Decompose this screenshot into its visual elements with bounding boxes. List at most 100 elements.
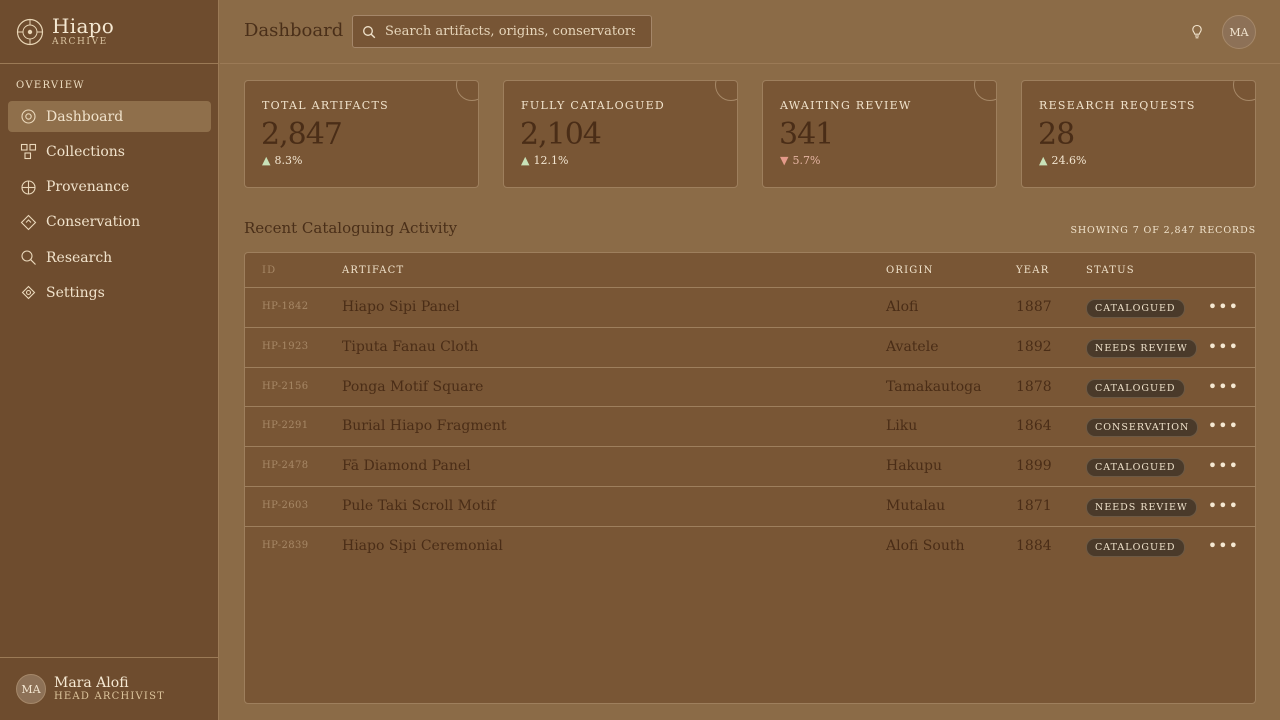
research-icon [21,250,36,266]
dashboard-icon [21,109,36,124]
status-badge: NEEDS REVIEW [1086,497,1197,517]
more-options-icon[interactable]: ••• [1208,537,1239,553]
trend-value: 8.3% [274,154,303,167]
column-header-artifact[interactable]: ARTIFACT [342,265,404,276]
cell-year: 1899 [1016,458,1052,475]
records-count: SHOWING 7 OF 2,847 RECORDS [1070,225,1256,236]
collections-icon [20,144,37,160]
table-row[interactable]: HP-2603 Pule Taki Scroll Motif Mutalau 1871… [245,487,1255,527]
more-options-icon[interactable]: ••• [1208,299,1239,315]
stat-value: 2,104 [520,117,602,152]
decorative-ring [974,81,996,101]
column-header-year[interactable]: YEAR [1016,265,1049,276]
column-header-id[interactable]: ID [262,265,276,276]
more-options-icon[interactable]: ••• [1208,378,1239,394]
section-title: Recent Cataloguing Activity [244,219,458,237]
cell-year: 1892 [1016,338,1052,355]
stat-label: AWAITING REVIEW [780,99,912,112]
table-row[interactable]: HP-2291 Burial Hiapo Fragment Liku 1864 CONS… [245,407,1255,448]
cell-id: HP-1842 [262,301,309,312]
cell-id: HP-2478 [262,460,309,472]
avatar[interactable]: MA [1222,15,1256,49]
brand-subtitle: ARCHIVE [52,37,108,47]
conservation-icon [20,214,37,231]
more-options-icon[interactable]: ••• [1208,418,1239,434]
more-options-icon[interactable]: ••• [1208,458,1239,474]
cell-origin: Alofi [886,299,919,315]
topbar: Dashboard MA [220,0,1280,64]
trend-down-icon: ▼ [780,154,789,167]
table-header: ID ARTIFACT ORIGIN YEAR STATUS [245,253,1255,288]
stat-label: TOTAL ARTIFACTS [262,99,389,112]
more-options-icon[interactable]: ••• [1208,497,1239,513]
sidebar-item-label: Settings [46,284,105,301]
cell-id: HP-1923 [262,340,309,352]
stat-trend: ▲ 24.6% [1039,154,1086,167]
sidebar-item-collections[interactable]: Collections [8,136,211,167]
cell-year: 1884 [1016,537,1052,554]
trend-value: 5.7% [792,154,821,167]
status-badge: CATALOGUED [1086,378,1185,398]
sidebar-item-conservation[interactable]: Conservation [8,207,211,238]
status-badge: CATALOGUED [1086,537,1185,557]
sidebar-item-label: Conservation [46,214,141,231]
table-row[interactable]: HP-2839 Hiapo Sipi Ceremonial Alofi South 1… [245,527,1255,567]
table-row[interactable]: HP-1923 Tiputa Fanau Cloth Avatele 1892 NEED… [245,328,1255,368]
table-body: HP-1842 Hiapo Sipi Panel Alofi 1887 CATALOGU… [245,288,1255,567]
search-icon [363,25,376,38]
cell-artifact: Tiputa Fanau Cloth [342,338,479,355]
decorative-ring [456,81,478,101]
stat-label: FULLY CATALOGUED [521,99,666,112]
sidebar-item-settings[interactable]: Settings [8,277,211,308]
stat-card-research-requests: RESEARCH REQUESTS 28 ▲ 24.6% [1021,80,1256,188]
sidebar-item-provenance[interactable]: Provenance [8,172,211,203]
column-header-origin[interactable]: ORIGIN [886,265,934,276]
status-badge: NEEDS REVIEW [1086,338,1197,358]
sidebar-item-label: Collections [46,143,125,160]
sidebar-item-research[interactable]: Research [8,242,211,273]
cell-origin: Hakupu [886,458,943,475]
cell-year: 1878 [1016,378,1052,395]
sidebar-item-dashboard[interactable]: Dashboard [8,101,211,132]
cell-artifact: Hiapo Sipi Panel [342,299,460,315]
stat-trend: ▼ 5.7% [780,154,820,167]
stat-value: 341 [779,117,834,152]
more-options-icon[interactable]: ••• [1208,338,1239,354]
cell-id: HP-2156 [262,380,309,392]
cell-artifact: Fā Diamond Panel [342,458,471,475]
sidebar-item-label: Research [46,249,113,266]
stat-value: 28 [1038,117,1075,152]
sidebar: Hiapo ARCHIVE OVERVIEW Dashboard Collect… [0,0,219,720]
trend-value: 12.1% [533,154,569,167]
search-input[interactable] [385,24,635,39]
hiapo-logo-icon [16,18,44,45]
brand-name: Hiapo [52,14,115,38]
sidebar-item-label: Dashboard [46,108,124,125]
cell-id: HP-2291 [262,420,309,432]
cell-id: HP-2603 [262,499,309,511]
column-header-status[interactable]: STATUS [1086,265,1135,276]
table-row[interactable]: HP-2478 Fā Diamond Panel Hakupu 1899 CATALOG… [245,447,1255,487]
table-row[interactable]: HP-1842 Hiapo Sipi Panel Alofi 1887 CATALOGU… [245,288,1255,328]
user-name: Mara Alofi [54,675,129,691]
search-box[interactable] [352,15,652,48]
user-profile[interactable]: MA Mara Alofi HEAD ARCHIVIST [0,657,219,720]
cell-origin: Mutalau [886,497,946,514]
provenance-icon [21,180,36,195]
cell-origin: Liku [886,418,918,435]
user-role: HEAD ARCHIVIST [54,691,166,702]
cell-artifact: Pule Taki Scroll Motif [342,497,496,514]
brand[interactable]: Hiapo ARCHIVE [0,0,218,64]
cell-artifact: Burial Hiapo Fragment [342,418,507,435]
cell-origin: Avatele [886,338,939,355]
cell-artifact: Ponga Motif Square [342,378,484,395]
status-badge: CATALOGUED [1086,299,1185,318]
decorative-ring [1233,81,1255,101]
table-row[interactable]: HP-2156 Ponga Motif Square Tamakautoga 1878… [245,368,1255,408]
stat-value: 2,847 [261,117,343,152]
stat-card-fully-catalogued: FULLY CATALOGUED 2,104 ▲ 12.1% [503,80,738,188]
lightbulb-icon[interactable] [1190,24,1204,40]
avatar: MA [16,674,46,704]
stat-card-total-artifacts: TOTAL ARTIFACTS 2,847 ▲ 8.3% [244,80,479,188]
stat-trend: ▲ 12.1% [521,154,568,167]
